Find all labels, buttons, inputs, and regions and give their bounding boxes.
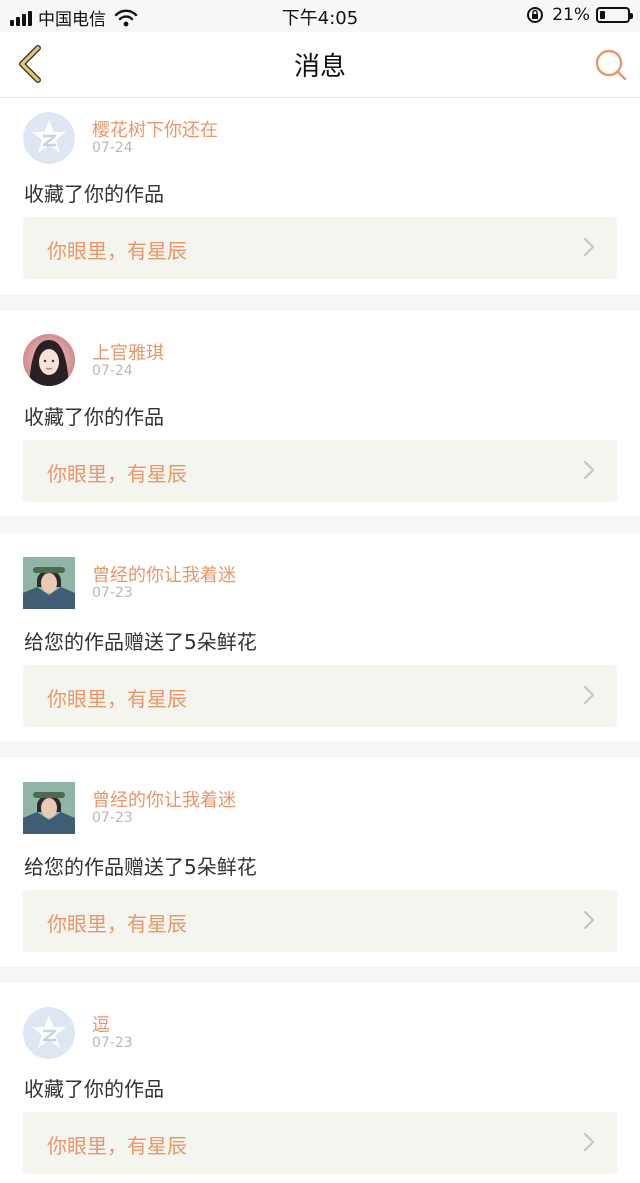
list-divider: [0, 516, 640, 533]
work-link[interactable]: 你眼里，有星辰: [23, 665, 617, 727]
message-date: 07-24: [92, 140, 133, 156]
message-item: 曾经的你让我着迷 07-23 给您的作品赠送了5朵鲜花 你眼里，有星辰: [0, 533, 640, 741]
chevron-right-icon: [584, 461, 594, 479]
page-title: 消息: [293, 52, 346, 82]
list-divider: [0, 741, 640, 758]
search-icon[interactable]: [594, 48, 628, 82]
work-link[interactable]: 你眼里，有星辰: [23, 890, 617, 952]
user-name[interactable]: 樱花树下你还在: [92, 116, 218, 142]
message-date: 07-24: [92, 363, 133, 379]
message-item: 逗 07-23 收藏了你的作品 你眼里，有星辰: [0, 983, 640, 1183]
message-date: 07-23: [92, 810, 133, 826]
user-name[interactable]: 上官雅琪: [92, 339, 164, 365]
work-title: 你眼里，有星辰: [47, 462, 187, 486]
default-avatar-icon[interactable]: [23, 1007, 75, 1059]
status-right: 21%: [526, 5, 633, 25]
message-text: 给您的作品赠送了5朵鲜花: [24, 630, 257, 654]
message-date: 07-23: [92, 1035, 133, 1051]
work-title: 你眼里，有星辰: [47, 687, 187, 711]
list-divider: [0, 966, 640, 983]
rotation-lock-icon: [527, 7, 544, 23]
list-divider: [0, 294, 640, 311]
work-title: 你眼里，有星辰: [47, 912, 187, 936]
message-text: 收藏了你的作品: [24, 405, 164, 429]
chevron-right-icon: [584, 686, 594, 704]
default-avatar-icon[interactable]: [23, 112, 75, 164]
message-item: 上官雅琪 07-24 收藏了你的作品 你眼里，有星辰: [0, 311, 640, 516]
user-name[interactable]: 曾经的你让我着迷: [92, 786, 236, 812]
back-button[interactable]: [10, 42, 50, 86]
message-text: 收藏了你的作品: [24, 182, 164, 206]
battery-icon: [596, 7, 633, 23]
chevron-right-icon: [584, 1133, 594, 1151]
work-link[interactable]: 你眼里，有星辰: [23, 217, 617, 279]
user-photo-avatar[interactable]: [23, 334, 75, 386]
chevron-right-icon: [584, 238, 594, 256]
work-link[interactable]: 你眼里，有星辰: [23, 440, 617, 502]
chevron-right-icon: [584, 911, 594, 929]
battery-percent: 21%: [552, 5, 590, 25]
message-list: 樱花树下你还在 07-24 收藏了你的作品 你眼里，有星辰 上官雅琪 07-24…: [0, 98, 640, 1183]
work-link[interactable]: 你眼里，有星辰: [23, 1112, 617, 1174]
message-item: 樱花树下你还在 07-24 收藏了你的作品 你眼里，有星辰: [0, 98, 640, 294]
message-date: 07-23: [92, 585, 133, 601]
message-text: 收藏了你的作品: [24, 1077, 164, 1101]
work-title: 你眼里，有星辰: [47, 239, 187, 263]
user-photo-avatar[interactable]: [23, 782, 75, 834]
work-title: 你眼里，有星辰: [47, 1134, 187, 1158]
user-photo-avatar[interactable]: [23, 557, 75, 609]
nav-bar: 消息: [0, 32, 640, 98]
user-name[interactable]: 逗: [92, 1011, 110, 1037]
user-name[interactable]: 曾经的你让我着迷: [92, 561, 236, 587]
status-bar: 中国电信 下午4:05 21%: [0, 0, 640, 32]
message-text: 给您的作品赠送了5朵鲜花: [24, 855, 257, 879]
message-item: 曾经的你让我着迷 07-23 给您的作品赠送了5朵鲜花 你眼里，有星辰: [0, 758, 640, 966]
